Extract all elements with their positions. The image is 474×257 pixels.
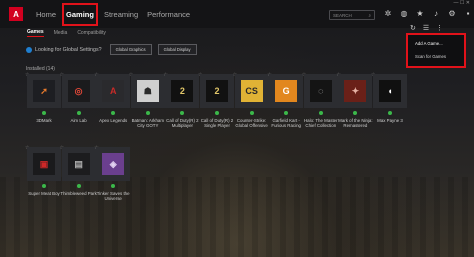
- status-indicator: [42, 184, 46, 188]
- game-art: ◈: [102, 153, 125, 175]
- game-cover[interactable]: 2: [200, 74, 234, 108]
- installed-count: Installed (14): [26, 66, 55, 72]
- game-art: CS: [240, 80, 263, 102]
- nav-performance[interactable]: Performance: [147, 10, 190, 19]
- global-display-button[interactable]: Global Display: [157, 44, 197, 55]
- nav-gaming[interactable]: Gaming: [62, 2, 98, 26]
- game-art: ☗: [136, 80, 159, 102]
- game-art: ◖: [379, 80, 401, 102]
- search-icon: ⌕: [368, 12, 371, 18]
- game-cover[interactable]: ◖: [373, 74, 407, 108]
- web-icon[interactable]: ◍: [398, 8, 410, 20]
- game-cover[interactable]: ▣: [27, 147, 61, 181]
- game-art: ✦: [344, 80, 367, 102]
- info-icon: [26, 46, 32, 53]
- game-title: Max Payne 3: [377, 118, 403, 123]
- game-cover[interactable]: A: [96, 74, 131, 108]
- game-cover[interactable]: ➚: [27, 74, 61, 108]
- game-art: G: [275, 80, 298, 102]
- scan-for-games-item[interactable]: Scan for Games: [415, 54, 457, 59]
- game-art: ➚: [33, 80, 55, 102]
- game-cover[interactable]: ◎: [61, 74, 96, 108]
- game-cover[interactable]: ◈: [96, 147, 131, 181]
- game-art: ▣: [33, 153, 55, 175]
- star-icon[interactable]: ★: [414, 8, 426, 20]
- status-indicator: [145, 111, 150, 115]
- status-indicator: [318, 111, 323, 115]
- amd-logo: A: [9, 7, 23, 21]
- background-forest: [0, 177, 474, 257]
- tab-games[interactable]: Games: [27, 29, 44, 37]
- game-art: ◌: [309, 80, 332, 102]
- status-indicator: [42, 111, 46, 115]
- global-graphics-button[interactable]: Global Graphics: [109, 44, 152, 55]
- more-options-icon[interactable]: ⋮: [436, 24, 443, 32]
- game-art: 2: [171, 80, 194, 102]
- game-title: Tinker Saves the Universe: [96, 191, 130, 201]
- game-cover[interactable]: G: [269, 74, 304, 108]
- game-cover[interactable]: ◌: [303, 74, 338, 108]
- add-game-menu: Add A Game... Scan for Games: [406, 33, 466, 68]
- game-art: 2: [206, 80, 228, 102]
- global-settings-prompt: Looking for Global Settings? Global Grap…: [26, 44, 203, 55]
- game-cover[interactable]: ✦: [338, 74, 373, 108]
- game-cover[interactable]: CS: [234, 74, 269, 108]
- status-indicator: [249, 111, 254, 115]
- top-bar: A Home Gaming Streaming Performance SEAR…: [0, 0, 474, 28]
- game-cover[interactable]: ☗: [130, 74, 165, 108]
- main-nav: Home Gaming Streaming Performance: [36, 0, 199, 28]
- game-cover[interactable]: ▤: [61, 147, 96, 181]
- prompt-text: Looking for Global Settings?: [35, 46, 102, 53]
- status-indicator: [388, 111, 392, 115]
- refresh-icon[interactable]: ↻: [410, 24, 416, 32]
- view-controls: ↻ ☰ ⋮: [410, 24, 450, 32]
- status-indicator: [76, 184, 81, 188]
- game-cover[interactable]: 2: [165, 74, 200, 108]
- nav-home[interactable]: Home: [36, 10, 56, 19]
- sub-nav: Games Media Compatibility: [27, 28, 116, 38]
- status-indicator: [76, 111, 81, 115]
- add-a-game-item[interactable]: Add A Game...: [415, 41, 457, 46]
- tab-compatibility[interactable]: Compatibility: [77, 30, 106, 36]
- top-icons: ✲ ◍ ★ ♪ ⚙ ▪: [382, 8, 474, 20]
- list-view-icon[interactable]: ☰: [423, 24, 429, 32]
- game-art: A: [102, 80, 125, 102]
- nav-streaming[interactable]: Streaming: [104, 10, 138, 19]
- bell-icon[interactable]: ♪: [430, 8, 442, 20]
- gear-icon[interactable]: ⚙: [446, 8, 458, 20]
- window-controls[interactable]: — ☐ ✕: [454, 0, 470, 6]
- tab-media[interactable]: Media: [54, 30, 68, 36]
- game-art: ◎: [67, 80, 90, 102]
- search-placeholder: SEARCH: [333, 12, 352, 18]
- status-indicator: [215, 111, 219, 115]
- game-art: ▤: [67, 153, 90, 175]
- profile-icon[interactable]: ▪: [462, 8, 474, 20]
- search-input[interactable]: SEARCH ⌕: [329, 10, 375, 20]
- bug-icon[interactable]: ✲: [382, 8, 394, 20]
